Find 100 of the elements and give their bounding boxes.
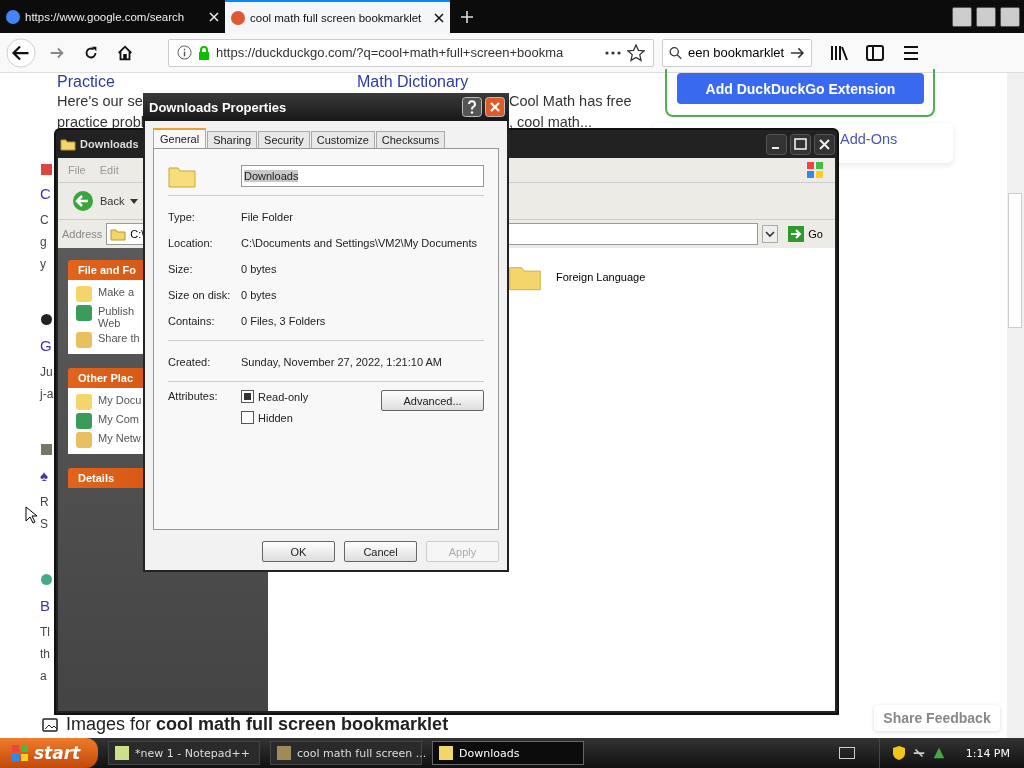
help-icon[interactable] — [462, 97, 482, 117]
result-snippet: R — [40, 496, 49, 508]
folder-name[interactable]: Foreign Language — [556, 271, 646, 283]
task-link[interactable]: Make a — [98, 286, 135, 298]
result-snippet: , cool math... — [509, 113, 593, 132]
windows-logo-icon — [805, 160, 825, 180]
property-label: Size: — [168, 263, 194, 275]
checkbox[interactable] — [241, 411, 254, 424]
arrow-right-icon[interactable] — [790, 45, 805, 60]
result-snippet: Tl — [40, 626, 50, 638]
name-field[interactable]: Downloads — [241, 165, 484, 187]
checkbox-label[interactable]: Hidden — [258, 411, 293, 424]
favicon-icon — [231, 10, 245, 25]
more-icon[interactable] — [605, 50, 621, 55]
folder-icon — [168, 164, 196, 188]
result-title[interactable]: ♠ — [40, 468, 48, 483]
window-title: Downloads — [80, 138, 139, 150]
maximize-icon[interactable] — [790, 133, 811, 155]
property-label: Type: — [168, 211, 196, 223]
property-label: Size on disk: — [168, 289, 232, 301]
property-label: Attributes: — [168, 390, 219, 402]
addons-link[interactable]: Add-Ons — [840, 131, 898, 147]
dialog-title: Downloads Properties — [149, 99, 288, 115]
result-title[interactable]: C — [40, 186, 51, 201]
dialog-tab[interactable]: Sharing — [207, 131, 258, 148]
property-value: 0 Files, 3 Folders — [241, 315, 326, 327]
scrollbar[interactable] — [1007, 73, 1024, 738]
result-title[interactable]: G — [40, 338, 52, 353]
task-icon — [76, 413, 92, 429]
property-label: Created: — [168, 356, 212, 368]
site-icon — [41, 164, 52, 175]
result-snippet: Ju — [40, 366, 53, 378]
go-arrow-icon — [788, 226, 805, 242]
dialog-tab[interactable]: Checksums — [375, 131, 446, 148]
task-link[interactable]: My Com — [98, 413, 139, 425]
task-icon — [76, 432, 92, 448]
folder-icon — [60, 137, 76, 151]
site-icon — [41, 574, 52, 585]
result-link[interactable]: Math Dictionary — [357, 73, 632, 91]
add-extension-button[interactable]: Add DuckDuckGo Extension — [677, 73, 924, 104]
task-icon — [76, 394, 92, 410]
task-icon — [76, 332, 92, 348]
site-icon — [41, 314, 52, 325]
lock-icon — [198, 45, 210, 60]
new-tab-icon[interactable] — [460, 9, 474, 24]
site-icon — [41, 444, 52, 455]
back-button[interactable]: Back — [66, 189, 145, 213]
url-field[interactable]: https://duckduckgo.com/?q=cool+math+full+screen+bookma — [168, 38, 654, 67]
home-icon[interactable] — [116, 43, 134, 62]
library-icon[interactable] — [830, 44, 848, 61]
advanced-button[interactable]: Advanced... — [381, 390, 484, 411]
address-label: Address — [62, 228, 103, 240]
result-snippet: th — [40, 648, 50, 660]
start-button[interactable]: start — [0, 738, 98, 768]
result-snippet: Cool Math has free — [509, 92, 632, 111]
result-snippet: C — [40, 214, 49, 226]
result-link[interactable]: Practice — [57, 73, 145, 91]
search-field[interactable]: een bookmarklet — [662, 38, 812, 67]
property-value: Sunday, November 27, 2022, 1:21:10 AM — [241, 356, 442, 368]
search-icon — [669, 45, 682, 60]
result-snippet: a — [40, 670, 47, 682]
go-button[interactable]: Go — [782, 225, 835, 243]
folder-icon — [110, 227, 127, 241]
result-snippet: Here's our se — [57, 92, 144, 111]
menu-icon[interactable] — [902, 44, 920, 61]
star-icon[interactable] — [627, 43, 645, 62]
property-label: Contains: — [168, 315, 216, 327]
dropdown-icon[interactable] — [762, 225, 779, 243]
dialog-tab[interactable]: Customize — [310, 131, 375, 148]
property-value: C:\Documents and Settings\VM2\My Documents — [241, 237, 477, 249]
task-link[interactable]: Web — [98, 317, 135, 329]
result-snippet: y — [40, 258, 46, 270]
images-heading[interactable]: Images for cool math full screen bookmarklet — [66, 714, 449, 735]
checkbox[interactable] — [241, 390, 254, 403]
dialog-tab[interactable]: General — [153, 128, 207, 148]
dialog-tab[interactable]: Security — [258, 131, 310, 148]
task-link[interactable]: Share th — [98, 332, 140, 344]
property-label: Location: — [168, 237, 214, 249]
taskbar-button[interactable]: *new 1 - Notepad++ — [108, 741, 260, 765]
property-value: 0 bytes — [241, 289, 277, 301]
share-feedback-button[interactable]: Share Feedback — [874, 705, 1000, 731]
caret-icon[interactable] — [130, 198, 139, 204]
checkbox-label[interactable]: Read-only — [258, 390, 309, 403]
keyboard-icon[interactable] — [838, 747, 855, 759]
dialog-button[interactable]: OK — [262, 541, 335, 562]
favicon-icon — [6, 9, 20, 24]
property-value: File Folder — [241, 211, 293, 223]
result-snippet: g — [40, 236, 47, 248]
shield-icon[interactable] — [891, 745, 906, 761]
dialog-button[interactable]: Cancel — [344, 541, 417, 562]
taskbar-button[interactable]: Downloads — [432, 741, 584, 765]
task-link[interactable]: Publish — [98, 305, 135, 317]
result-title[interactable]: B — [40, 598, 50, 613]
info-icon[interactable] — [177, 45, 192, 60]
browser-tab[interactable]: cool math full screen bookmarklet — [225, 0, 450, 33]
task-link[interactable]: My Netw — [98, 432, 141, 444]
task-link[interactable]: My Docu — [98, 394, 142, 406]
browser-tab[interactable]: https://www.google.com/search — [0, 0, 225, 33]
sidebar-icon[interactable] — [866, 44, 884, 61]
result-snippet: j-a — [40, 388, 54, 400]
